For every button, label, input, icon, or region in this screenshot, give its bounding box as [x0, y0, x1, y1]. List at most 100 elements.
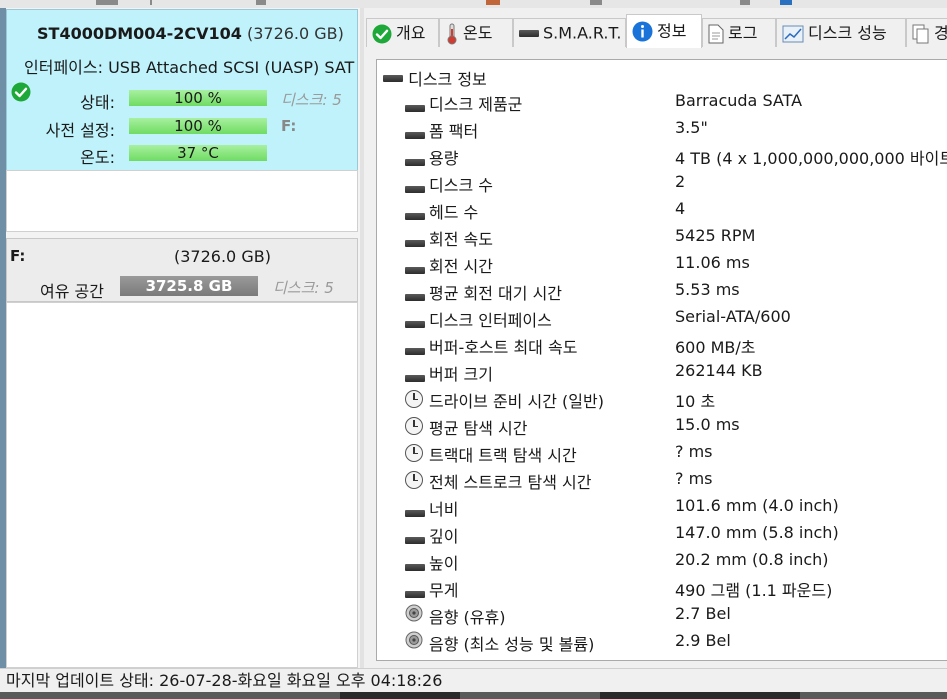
status-bar: 마지막 업데이트 상태: 26-07-28-화요일 화요일 오후 04:18:2…	[0, 668, 947, 693]
tab-overview[interactable]: 개요	[366, 18, 439, 47]
info-value: 600 MB/초	[675, 338, 756, 357]
info-value: 2.7 Bel	[675, 604, 731, 623]
info-value: 490 그램 (1.1 파운드)	[675, 581, 833, 600]
clock-icon	[405, 471, 423, 493]
hdd-icon	[405, 199, 425, 220]
hdd-icon	[405, 496, 425, 517]
info-row[interactable]: 트랙대 트랙 탐색 시간 ? ms	[405, 440, 947, 467]
info-row[interactable]: 디스크 인터페이스 Serial-ATA/600	[405, 305, 947, 332]
disk-title: ST4000DM004-2CV104 (3726.0 GB)	[37, 24, 344, 43]
info-key: 평균 회전 대기 시간	[429, 284, 563, 303]
clock-icon	[405, 417, 423, 439]
speaker-icon	[405, 604, 425, 629]
info-row[interactable]: 버퍼 크기 262144 KB	[405, 359, 947, 386]
info-row[interactable]: 평균 탐색 시간 15.0 ms	[405, 413, 947, 440]
hdd-icon	[405, 253, 425, 274]
info-key: 전체 스트로크 탐색 시간	[429, 473, 592, 492]
hdd-icon	[405, 280, 425, 301]
info-row[interactable]: 너비 101.6 mm (4.0 inch)	[405, 494, 947, 521]
disk-list-empty	[6, 170, 358, 232]
tab-label: S.M.A.R.T.	[543, 23, 622, 43]
disk-size: (3726.0 GB)	[246, 24, 344, 43]
info-root-label: 디스크 정보	[408, 70, 487, 89]
volume-name: F:	[10, 247, 26, 265]
hdd-icon	[405, 334, 425, 355]
hdd-icon	[519, 30, 539, 37]
info-row[interactable]: 드라이브 준비 시간 (일반) 10 초	[405, 386, 947, 413]
tab-smart[interactable]: S.M.A.R.T.	[513, 18, 626, 47]
info-value: ? ms	[675, 469, 713, 488]
document-icon	[708, 24, 724, 43]
info-key: 디스크 제품군	[429, 95, 523, 114]
info-key: 디스크 인터페이스	[429, 311, 552, 330]
info-key: 버퍼-호스트 최대 속도	[429, 338, 578, 357]
tab-disk-performance[interactable]: 디스크 성능	[776, 18, 906, 47]
speaker-icon	[405, 631, 425, 656]
info-value: 2.9 Bel	[675, 631, 731, 650]
tab-alerts[interactable]: 경	[906, 18, 947, 47]
preset-label: 사전 설정:	[45, 121, 115, 140]
volume-size: (3726.0 GB)	[174, 247, 271, 266]
info-row[interactable]: 헤드 수 4	[405, 197, 947, 224]
status-extra: 디스크: 5	[281, 91, 342, 109]
temperature-bar: 37 °C	[129, 145, 267, 161]
disk-card[interactable]: ST4000DM004-2CV104 (3726.0 GB) 인터페이스: US…	[6, 9, 358, 171]
info-row[interactable]: 버퍼-호스트 최대 속도 600 MB/초	[405, 332, 947, 359]
info-key: 음향 (유휴)	[429, 608, 506, 627]
info-tree[interactable]: 디스크 정보 디스크 제품군 Barracuda SATA 폼 팩터 3.5" 용량 4 …	[376, 59, 947, 661]
tab-label: 경	[934, 24, 947, 43]
info-row[interactable]: 용량 4 TB (4 x 1,000,000,000,000 바이트)	[405, 143, 947, 170]
free-space-extra: 디스크: 5	[273, 279, 334, 297]
volume-list-empty	[6, 302, 358, 668]
health-bar: 100 %	[129, 90, 267, 106]
info-row[interactable]: 회전 시간 11.06 ms	[405, 251, 947, 278]
info-key: 너비	[429, 500, 459, 519]
info-row[interactable]: 깊이 147.0 mm (5.8 inch)	[405, 521, 947, 548]
tab-label: 로그	[728, 23, 758, 43]
free-space-label: 여유 공간	[40, 282, 104, 301]
info-row[interactable]: 전체 스트로크 탐색 시간 ? ms	[405, 467, 947, 494]
info-icon	[632, 21, 653, 42]
info-key: 트랙대 트랙 탐색 시간	[429, 446, 577, 465]
info-row[interactable]: 높이 20.2 mm (0.8 inch)	[405, 548, 947, 575]
last-update-text: 마지막 업데이트 상태: 26-07-28-화요일 화요일 오후 04:18:2…	[6, 671, 443, 690]
performance-bar: 100 %	[129, 118, 267, 134]
info-row[interactable]: 음향 (최소 성능 및 볼륨) 2.9 Bel	[405, 629, 947, 656]
volume-card[interactable]: F: (3726.0 GB) 여유 공간 3725.8 GB 디스크: 5	[6, 238, 358, 302]
info-value: Serial-ATA/600	[675, 307, 791, 326]
info-row[interactable]: 디스크 수 2	[405, 170, 947, 197]
hdd-icon	[383, 75, 403, 82]
free-space-bar: 3725.8 GB	[120, 276, 258, 296]
hdd-icon	[405, 118, 425, 139]
hdd-icon	[405, 91, 425, 112]
info-key: 높이	[429, 554, 459, 573]
tab-information[interactable]: 정보	[626, 14, 702, 48]
disk-model: ST4000DM004-2CV104	[37, 24, 242, 43]
toolbar-remnant	[0, 0, 947, 8]
info-value: 11.06 ms	[675, 253, 750, 272]
info-key: 드라이브 준비 시간 (일반)	[429, 392, 604, 411]
info-row[interactable]: 평균 회전 대기 시간 5.53 ms	[405, 278, 947, 305]
clock-icon	[405, 444, 423, 466]
info-value: 20.2 mm (0.8 inch)	[675, 550, 829, 569]
info-value: 4	[675, 199, 686, 218]
info-row[interactable]: 폼 팩터 3.5"	[405, 116, 947, 143]
info-row[interactable]: 디스크 제품군 Barracuda SATA	[405, 89, 947, 116]
tab-log[interactable]: 로그	[702, 18, 776, 47]
chart-icon	[782, 25, 804, 42]
info-key: 버퍼 크기	[429, 365, 493, 384]
info-key: 무게	[429, 581, 459, 600]
info-row[interactable]: 무게 490 그램 (1.1 파운드)	[405, 575, 947, 602]
info-row[interactable]: 음향 (유휴) 2.7 Bel	[405, 602, 947, 629]
info-key: 용량	[429, 149, 459, 168]
info-root-node[interactable]: 디스크 정보	[383, 66, 487, 90]
info-key: 헤드 수	[429, 203, 479, 222]
info-key: 회전 속도	[429, 230, 493, 249]
info-value: 101.6 mm (4.0 inch)	[675, 496, 839, 515]
clock-icon	[405, 390, 423, 412]
disk-interface: 인터페이스: USB Attached SCSI (UASP) SAT	[24, 58, 355, 77]
tab-temperature[interactable]: 온도	[439, 18, 513, 47]
info-row[interactable]: 회전 속도 5425 RPM	[405, 224, 947, 251]
info-value: 2	[675, 172, 686, 191]
hdd-icon	[405, 307, 425, 328]
